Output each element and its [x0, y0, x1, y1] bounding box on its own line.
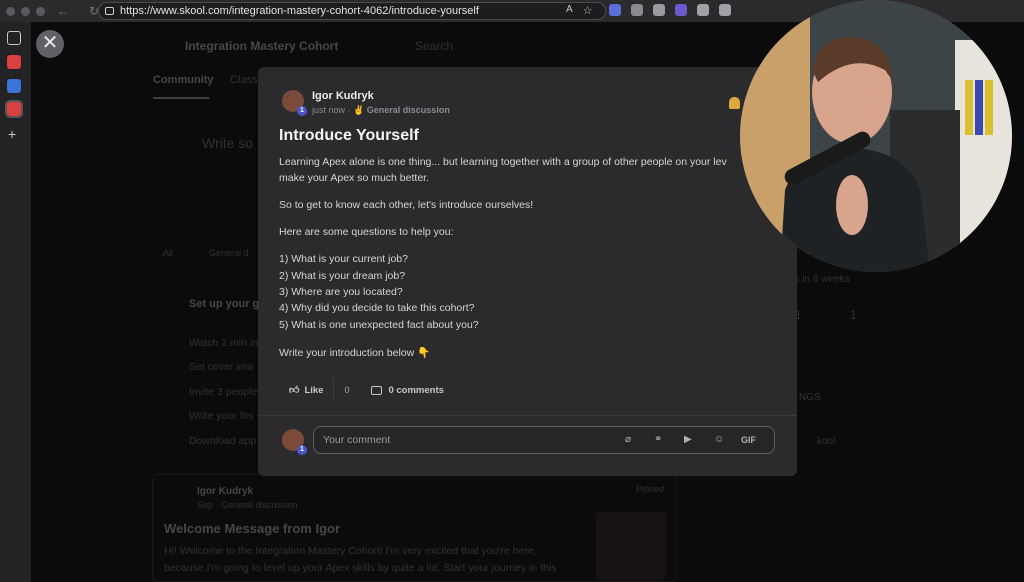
question-item: 1) What is your current job? [279, 253, 408, 265]
lock-icon [105, 7, 114, 15]
close-modal-button[interactable]: ✕ [36, 30, 64, 58]
emoji-icon[interactable]: ☺ [714, 434, 724, 445]
comments-label: 0 comments [388, 384, 444, 396]
address-bar[interactable]: https://www.skool.com/integration-master… [98, 2, 606, 20]
post-paragraph: Learning Apex alone is one thing... but … [279, 156, 727, 168]
tabs-icon[interactable] [7, 31, 21, 45]
gif-button[interactable]: GIF [741, 435, 756, 445]
skool-active-tab-icon[interactable] [5, 100, 23, 118]
post-category[interactable]: General discussion [367, 105, 450, 115]
post-modal: 1 Igor Kudryk just now · ✌️ General disc… [258, 67, 797, 476]
bell-icon[interactable] [729, 97, 740, 109]
comment-placeholder: Your comment [323, 434, 391, 446]
browser-sidebar: + [0, 22, 31, 582]
zoom-window-dot[interactable] [36, 6, 45, 16]
extension-icon-1[interactable] [608, 4, 621, 16]
webcam-overlay [740, 0, 1012, 272]
like-button[interactable]: 👍︎ Like [279, 377, 333, 403]
close-window-dot[interactable] [6, 6, 15, 16]
extension-icons: A ☆ [566, 4, 731, 17]
url-text: https://www.skool.com/integration-master… [120, 5, 479, 17]
minimize-window-dot[interactable] [21, 6, 30, 16]
comment-bubble-icon [371, 385, 383, 395]
question-item: 3) Where are you located? [279, 286, 403, 298]
post-author[interactable]: Igor Kudryk [312, 90, 374, 102]
divider [258, 415, 797, 416]
level-badge: 1 [297, 445, 307, 455]
post-paragraph: So to get to know each other, let's intr… [279, 199, 534, 211]
post-title: Introduce Yourself [279, 127, 419, 144]
comments-button[interactable]: 0 comments [371, 384, 444, 396]
skool-tab-icon[interactable] [7, 55, 21, 69]
back-icon[interactable]: ← [57, 4, 69, 18]
extension-icon-6[interactable] [718, 4, 731, 16]
thumbs-up-icon: 👍︎ [289, 385, 300, 396]
link-icon[interactable]: ⚭ [654, 434, 662, 445]
post-meta: just now · ✌️ General discussion [312, 105, 450, 116]
like-count[interactable]: 0 [333, 377, 359, 403]
post-paragraph: Here are some questions to help you: [279, 226, 454, 238]
post-paragraph: make your Apex so much better. [279, 172, 429, 184]
question-item: 2) What is your dream job? [279, 270, 406, 282]
extension-icon-5[interactable] [696, 4, 709, 16]
window-controls[interactable] [6, 6, 45, 16]
question-item: 4) Why did you decide to take this cohor… [279, 302, 475, 314]
level-badge: 1 [297, 106, 307, 116]
meta-separator: · ✌️ [347, 105, 365, 115]
settings-tab-icon[interactable] [7, 79, 21, 93]
add-tab-icon[interactable]: + [8, 126, 16, 142]
post-paragraph: Write your introduction below 👇 [279, 347, 431, 359]
question-item: 5) What is one unexpected fact about you… [279, 319, 479, 331]
video-icon[interactable]: ▶ [684, 434, 692, 445]
post-timestamp: just now [312, 105, 346, 115]
extension-icon-2[interactable] [630, 4, 643, 16]
post-actions: 👍︎ Like 0 0 comments [279, 377, 444, 403]
extension-icon-3[interactable] [652, 4, 665, 16]
webcam-presenter-image [740, 0, 1012, 272]
attachment-icon[interactable]: ⌀ [625, 434, 631, 445]
comment-input[interactable]: Your comment ⌀ ⚭ ▶ ☺ GIF [313, 426, 775, 454]
read-aloud-icon[interactable]: A [566, 4, 573, 16]
favorite-star-icon[interactable]: ☆ [583, 4, 593, 17]
extension-icon-4[interactable] [674, 4, 687, 16]
like-label: Like [304, 384, 324, 396]
